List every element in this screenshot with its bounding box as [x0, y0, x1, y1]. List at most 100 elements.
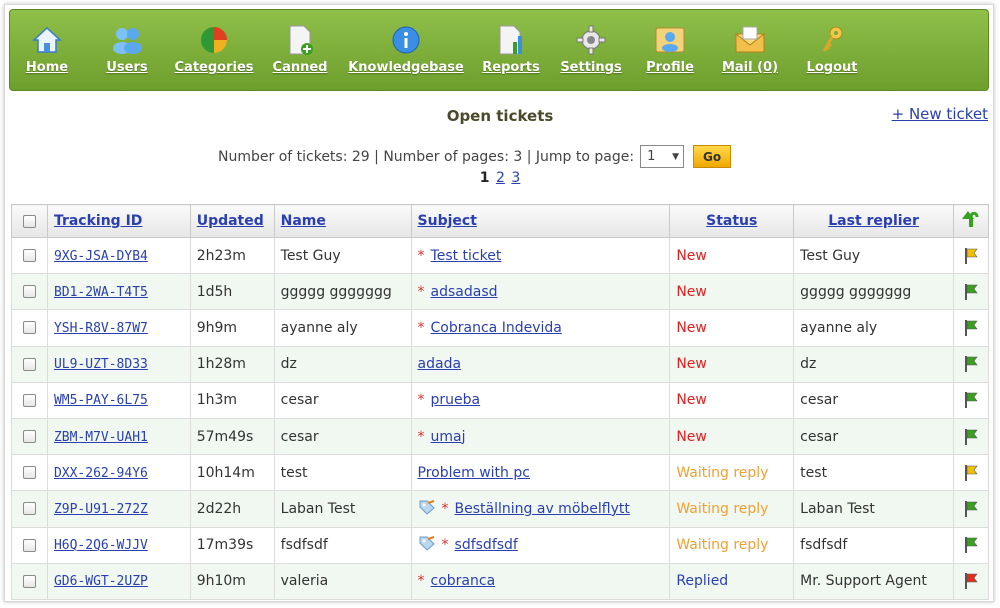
priority-flag-icon[interactable] — [954, 247, 988, 265]
tracking-id-cell: BD1-2WA-T4T5 — [46, 273, 191, 311]
unread-star: * — [417, 283, 425, 300]
nav-knowledgebase[interactable]: Knowledgebase — [348, 24, 464, 75]
row-checkbox[interactable] — [23, 321, 36, 335]
page-title: Open tickets — [446, 107, 554, 125]
row-select-cell — [11, 417, 48, 456]
tracking-id-cell: WM5-PAY-6L75 — [46, 381, 191, 419]
status-cell: New — [669, 345, 795, 383]
tracking-id-link[interactable]: Z9P-U91-272Z — [54, 502, 148, 517]
pager-summary: Number of tickets: 29 | Number of pages:… — [218, 148, 635, 165]
subject-link[interactable]: Beställning av möbelflytt — [455, 501, 630, 517]
nav-label: Profile — [646, 60, 694, 75]
col-status[interactable]: Status — [669, 204, 795, 238]
table-row[interactable]: GD6-WGT-2UZP 9h10m valeria * cobranca Replied… — [11, 562, 989, 600]
tracking-id-link[interactable]: WM5-PAY-6L75 — [54, 393, 148, 408]
page-link[interactable]: 2 — [496, 170, 505, 186]
subject-cell: * prueba — [410, 381, 671, 419]
tracking-id-link[interactable]: YSH-R8V-87W7 — [54, 321, 148, 336]
tracking-id-link[interactable]: 9XG-JSA-DYB4 — [54, 249, 148, 264]
table-row[interactable]: UL9-UZT-8D33 1h28m dz adada New dz — [11, 345, 989, 383]
priority-flag-icon[interactable] — [954, 319, 988, 337]
row-checkbox[interactable] — [23, 249, 36, 263]
nav-mail[interactable]: Mail (0) — [721, 24, 779, 75]
nav-canned[interactable]: Canned — [273, 24, 327, 75]
tracking-id-cell: ZBM-M7V-UAH1 — [46, 417, 191, 456]
subject-cell: * adsadasd — [410, 273, 671, 311]
jump-to-page-select[interactable]: 1 ▼ — [640, 145, 685, 168]
table-row[interactable]: YSH-R8V-87W7 9h9m ayanne aly * Cobranca Inde… — [11, 309, 989, 347]
nav-logout[interactable]: Logout — [807, 24, 857, 75]
subject-cell: * cobranca — [410, 562, 671, 600]
row-select-cell — [11, 273, 48, 311]
col-subject[interactable]: Subject — [410, 204, 671, 238]
subject-link[interactable]: Cobranca Indevida — [431, 320, 562, 336]
col-last-replier[interactable]: Last replier — [793, 204, 955, 238]
row-checkbox[interactable] — [23, 538, 36, 552]
priority-flag-icon[interactable] — [954, 464, 988, 482]
col-name[interactable]: Name — [273, 204, 412, 238]
new-ticket-link[interactable]: + New ticket — [892, 105, 988, 123]
tracking-id-cell: YSH-R8V-87W7 — [46, 309, 191, 347]
row-checkbox[interactable] — [23, 357, 36, 371]
priority-flag-icon[interactable] — [954, 536, 988, 554]
go-button[interactable]: Go — [693, 145, 732, 168]
table-row[interactable]: ZBM-M7V-UAH1 57m49s cesar * umaj New cesar — [11, 417, 989, 456]
row-checkbox[interactable] — [23, 393, 36, 407]
tracking-id-link[interactable]: DXX-262-94Y6 — [54, 466, 148, 481]
row-checkbox[interactable] — [23, 430, 36, 444]
subject-link[interactable]: cobranca — [431, 573, 496, 589]
row-checkbox[interactable] — [23, 285, 36, 299]
subject-cell: adada — [410, 345, 671, 383]
nav-reports[interactable]: Reports — [482, 24, 540, 75]
tracking-id-link[interactable]: H6Q-2Q6-WJJV — [54, 538, 148, 553]
refresh-arrow-icon[interactable] — [962, 211, 980, 233]
row-checkbox[interactable] — [23, 574, 36, 588]
col-priority[interactable] — [953, 204, 989, 238]
nav-users[interactable]: Users — [106, 24, 148, 75]
page-link[interactable]: 3 — [511, 170, 520, 186]
nav-label: Knowledgebase — [348, 60, 464, 75]
subject-link[interactable]: adsadasd — [431, 284, 498, 300]
col-updated[interactable]: Updated — [189, 204, 275, 238]
last-replier-cell: test — [793, 454, 955, 492]
table-row[interactable]: Z9P-U91-272Z 2d22h Laban Test * Beställning … — [11, 490, 989, 528]
subject-link[interactable]: Test ticket — [431, 248, 502, 264]
priority-flag-icon[interactable] — [954, 355, 988, 373]
priority-flag-icon[interactable] — [954, 391, 988, 409]
pager-bar: Number of tickets: 29 | Number of pages:… — [218, 145, 732, 168]
table-row[interactable]: 9XG-JSA-DYB4 2h23m Test Guy * Test ticket New… — [11, 236, 989, 275]
subject-link[interactable]: umaj — [431, 429, 466, 445]
nav-settings[interactable]: Settings — [560, 24, 622, 75]
name-cell: ayanne aly — [273, 309, 412, 347]
last-replier-cell: cesar — [793, 381, 955, 419]
tracking-id-link[interactable]: UL9-UZT-8D33 — [54, 357, 148, 372]
subject-link[interactable]: Problem with pc — [418, 465, 530, 481]
table-row[interactable]: WM5-PAY-6L75 1h3m cesar * prueba New cesar — [11, 381, 989, 419]
priority-flag-icon[interactable] — [954, 500, 988, 518]
table-row[interactable]: DXX-262-94Y6 10h14m test Problem with pc Wai… — [11, 454, 989, 492]
nav-profile[interactable]: Profile — [646, 24, 694, 75]
nav-label: Users — [106, 60, 148, 75]
nav-home[interactable]: Home — [26, 24, 68, 75]
priority-flag-icon[interactable] — [954, 572, 988, 590]
priority-flag-icon[interactable] — [954, 283, 988, 301]
tracking-id-link[interactable]: ZBM-M7V-UAH1 — [54, 430, 148, 445]
subject-link[interactable]: prueba — [431, 392, 481, 408]
table-row[interactable]: BD1-2WA-T4T5 1d5h ggggg ggggggg * adsadasd Ne… — [11, 273, 989, 311]
last-replier-cell: ggggg ggggggg — [793, 273, 955, 311]
tracking-id-link[interactable]: GD6-WGT-2UZP — [54, 574, 148, 589]
priority-cell — [953, 309, 989, 347]
tracking-id-link[interactable]: BD1-2WA-T4T5 — [54, 285, 148, 300]
row-checkbox[interactable] — [23, 466, 36, 480]
subject-link[interactable]: sdfsdfsdf — [455, 537, 518, 553]
priority-cell — [953, 490, 989, 528]
col-tracking-id[interactable]: Tracking ID — [46, 204, 191, 238]
row-checkbox[interactable] — [23, 502, 36, 516]
nav-categories[interactable]: Categories — [175, 24, 254, 75]
table-row[interactable]: H6Q-2Q6-WJJV 17m39s fsdfsdf * sdfsdfsdf Waiti… — [11, 526, 989, 564]
unread-star: * — [441, 537, 449, 554]
main-nav: Home Users Categories Canned Knowledgeba… — [9, 9, 989, 91]
priority-flag-icon[interactable] — [954, 428, 988, 446]
select-all-checkbox[interactable] — [23, 214, 36, 228]
subject-link[interactable]: adada — [418, 356, 462, 372]
